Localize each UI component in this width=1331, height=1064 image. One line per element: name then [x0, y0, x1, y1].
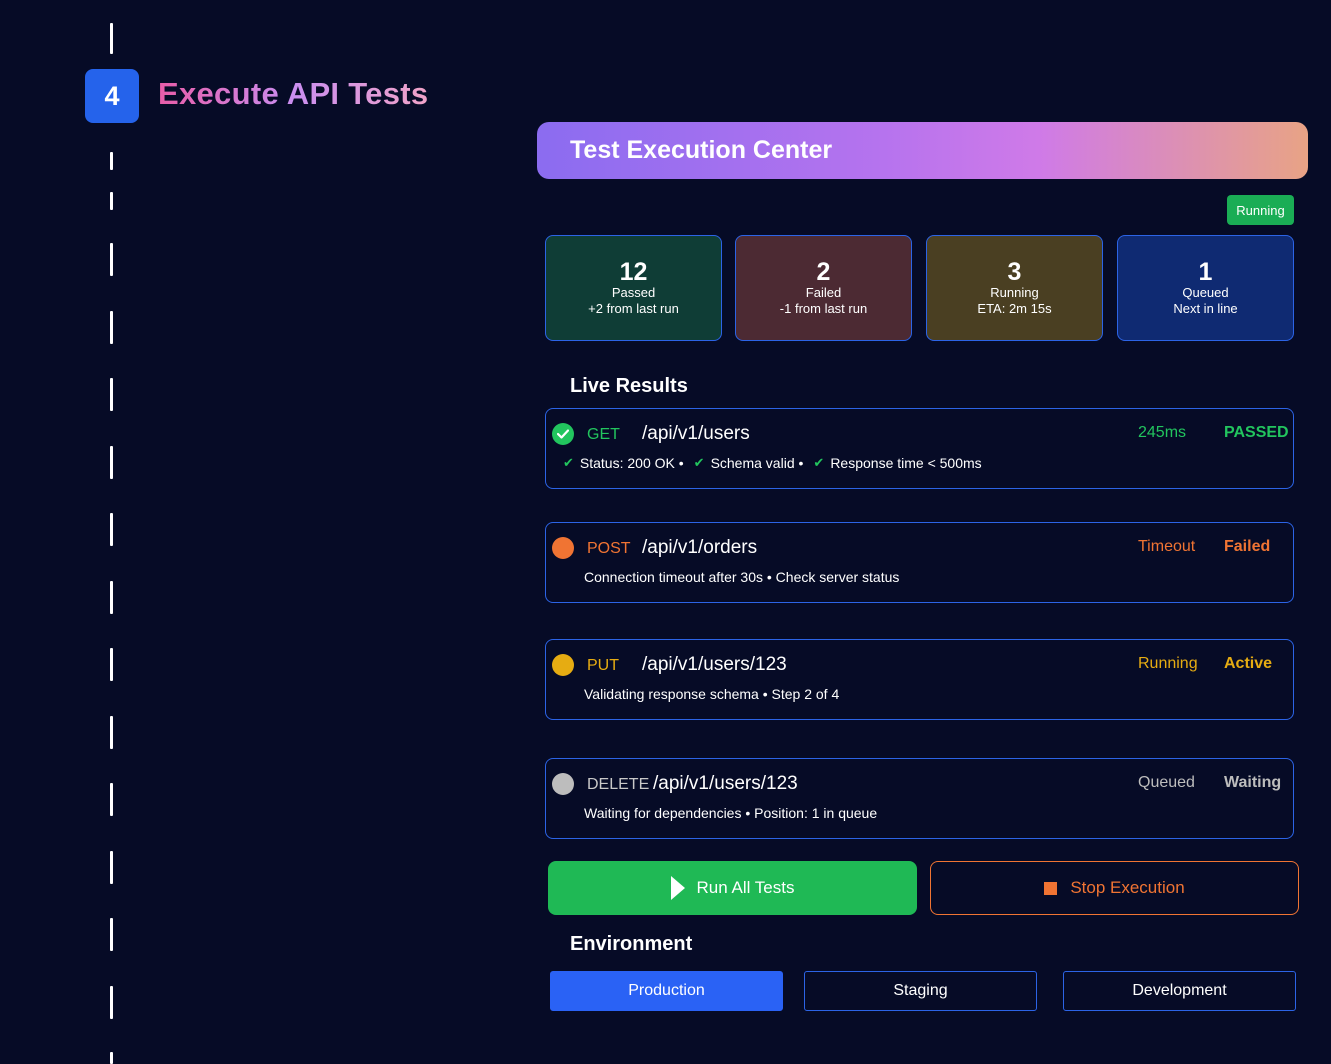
timeline-dash: [110, 311, 113, 344]
endpoint-path: /api/v1/users/123: [642, 654, 787, 675]
http-method: DELETE: [587, 776, 650, 793]
stat-value: 12: [619, 258, 648, 286]
status-dot-icon: [552, 773, 574, 795]
stop-icon: [1044, 881, 1058, 895]
timeline-dash: [110, 851, 113, 884]
result-status: Waiting: [1224, 774, 1282, 791]
environment-title: Environment: [570, 933, 693, 955]
timeline-dash: [110, 378, 113, 411]
check-icon: ✔: [563, 455, 574, 470]
check-list: ✔ Status: 200 OK • ✔ Schema valid • ✔ Re…: [563, 455, 988, 471]
check-icon: ✔: [813, 455, 825, 470]
panel-header: Test Execution Center: [537, 122, 1308, 179]
timeline-dash: [110, 783, 113, 816]
stop-execution-button[interactable]: Stop Execution: [930, 861, 1299, 915]
check-item: Schema valid •: [710, 455, 804, 471]
timeline-dash: [110, 648, 113, 681]
timeline-dash: [110, 918, 113, 951]
stat-card-queued: 1 Queued Next in line: [1117, 235, 1294, 341]
live-results-title: Live Results: [570, 375, 688, 397]
stat-card-running: 3 Running ETA: 2m 15s: [926, 235, 1103, 341]
status-dot-icon: [552, 654, 574, 676]
timeline-dash: [110, 243, 113, 276]
endpoint-path: /api/v1/users: [642, 423, 750, 444]
timeline-dash: [110, 986, 113, 1019]
timeline-dash: [110, 716, 113, 749]
timeline-dash: [110, 581, 113, 614]
timeline-dash: [110, 152, 113, 170]
env-option-development[interactable]: Development: [1063, 971, 1296, 1011]
step-title: Execute API Tests: [158, 76, 429, 111]
env-option-production[interactable]: Production: [550, 971, 783, 1011]
stat-value: 1: [1198, 258, 1213, 286]
stat-card-passed: 12 Passed +2 from last run: [545, 235, 722, 341]
result-status: Active: [1224, 655, 1273, 672]
result-detail: Validating response schema • Step 2 of 4: [584, 686, 840, 702]
panel-title: Test Execution Center: [570, 136, 833, 164]
check-circle-icon: [552, 423, 574, 445]
endpoint-path: /api/v1/users/123: [653, 773, 798, 794]
stat-card-failed: 2 Failed -1 from last run: [735, 235, 912, 341]
stat-sub: ETA: 2m 15s: [977, 301, 1052, 316]
stat-sub: -1 from last run: [779, 301, 868, 316]
env-option-staging[interactable]: Staging: [804, 971, 1037, 1011]
stat-value: 3: [1007, 258, 1022, 286]
result-detail: Waiting for dependencies • Position: 1 i…: [584, 805, 878, 821]
timeline-dash: [110, 192, 113, 210]
check-icon: ✔: [693, 455, 705, 470]
stat-sub: Next in line: [1173, 301, 1238, 316]
response-time: 245ms: [1138, 424, 1187, 441]
result-status: Failed: [1224, 538, 1271, 555]
run-all-tests-button[interactable]: Run All Tests: [548, 861, 917, 915]
result-card-put[interactable]: PUT /api/v1/users/123 Running Active Val…: [545, 639, 1294, 720]
stat-label: Running: [990, 285, 1039, 300]
stat-sub: +2 from last run: [588, 301, 679, 316]
stop-execution-label: Stop Execution: [1070, 878, 1185, 897]
result-meta: Timeout: [1138, 538, 1196, 555]
result-meta: Running: [1138, 655, 1198, 672]
stat-label: Failed: [805, 285, 842, 300]
http-method: PUT: [587, 657, 619, 674]
result-card-post[interactable]: POST /api/v1/orders Timeout Failed Conne…: [545, 522, 1294, 603]
stat-label: Queued: [1182, 285, 1229, 300]
play-icon: [670, 876, 685, 900]
endpoint-path: /api/v1/orders: [642, 537, 758, 558]
stat-label: Passed: [611, 285, 656, 300]
check-item: Status: 200 OK •: [579, 455, 684, 471]
result-detail: Connection timeout after 30s • Check ser…: [584, 569, 900, 585]
result-meta: Queued: [1138, 774, 1195, 791]
timeline-dash: [110, 446, 113, 479]
timeline-dash: [110, 513, 113, 546]
http-method: GET: [587, 426, 620, 443]
check-item: Response time < 500ms: [830, 455, 982, 471]
result-card-get[interactable]: GET /api/v1/users 245ms PASSED ✔ Status:…: [545, 408, 1294, 489]
result-card-delete[interactable]: DELETE /api/v1/users/123 Queued Waiting …: [545, 758, 1294, 839]
step-number-badge: 4: [85, 69, 139, 123]
timeline-dash: [110, 1052, 113, 1064]
execution-state-badge: Running: [1227, 195, 1294, 225]
http-method: POST: [587, 540, 631, 557]
stat-value: 2: [816, 258, 831, 286]
result-status: PASSED: [1224, 424, 1289, 441]
timeline-line: [110, 0, 113, 1064]
status-dot-icon: [552, 537, 574, 559]
run-all-tests-label: Run All Tests: [696, 878, 795, 897]
timeline-dash: [110, 23, 113, 54]
